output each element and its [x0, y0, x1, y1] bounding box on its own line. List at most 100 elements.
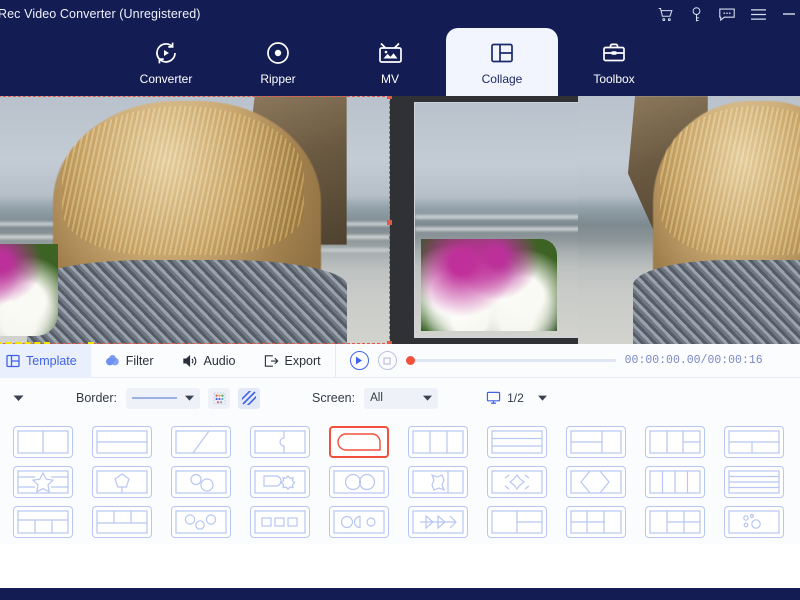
toolbox-icon — [601, 39, 627, 67]
tpl-circle-pac-circle[interactable] — [329, 506, 389, 538]
tpl-three-top-one-bottom[interactable] — [92, 506, 152, 538]
border-color-button[interactable] — [208, 388, 230, 409]
person-sweater — [633, 260, 800, 344]
export-icon — [264, 354, 279, 368]
flower-inset-image — [0, 244, 58, 336]
app-title: Rec Video Converter (Unregistered) — [0, 7, 201, 21]
title-bar: Rec Video Converter (Unregistered) — [0, 0, 800, 28]
toolbar-tab-export-label: Export — [285, 354, 321, 368]
nav-tab-toolbox-label: Toolbox — [593, 72, 634, 86]
screen-label: Screen: — [312, 391, 355, 405]
collage-options-row: Border: Screen: — [0, 378, 800, 418]
nav-tabs: Converter Ripper — [110, 28, 670, 96]
result-preview-extra — [578, 96, 800, 344]
nav-tab-converter[interactable]: Converter — [110, 28, 222, 96]
toolbar-tab-filter[interactable]: Filter — [91, 344, 168, 378]
ripper-icon — [265, 39, 291, 67]
border-label: Border: — [76, 391, 117, 405]
template-row — [0, 502, 800, 542]
tpl-half-split[interactable] — [487, 506, 547, 538]
tpl-tag-gear[interactable] — [250, 466, 310, 498]
edit-preview-image — [0, 96, 390, 344]
screen-count-value: 1/2 — [507, 391, 524, 405]
tpl-pentagon[interactable] — [92, 466, 152, 498]
nav-tab-converter-label: Converter — [140, 72, 193, 86]
toolbar-tab-audio[interactable]: Audio — [168, 344, 250, 378]
toolbar-tab-template[interactable]: Template — [0, 344, 91, 378]
play-button[interactable] — [350, 351, 369, 370]
key-icon[interactable] — [687, 5, 705, 23]
tpl-2-horizontal[interactable] — [92, 426, 152, 458]
screen-select[interactable]: All — [364, 388, 438, 409]
collage-icon — [489, 39, 515, 67]
feedback-icon[interactable] — [718, 5, 736, 23]
nav-tab-toolbox[interactable]: Toolbox — [558, 28, 670, 96]
edit-preview-panel[interactable] — [0, 96, 390, 344]
template-row — [0, 422, 800, 462]
tpl-double-circle[interactable] — [329, 466, 389, 498]
tpl-3-vertical[interactable] — [408, 426, 468, 458]
nav-tab-ripper[interactable]: Ripper — [222, 28, 334, 96]
toolbar-tab-filter-label: Filter — [126, 354, 154, 368]
tpl-two-circles-small[interactable] — [171, 466, 231, 498]
result-preview-panel[interactable] — [408, 96, 800, 344]
chevron-down-icon[interactable] — [13, 389, 24, 407]
main-nav: Converter Ripper — [0, 28, 800, 96]
tpl-2x2-grid[interactable] — [566, 506, 626, 538]
tpl-4-horizontal[interactable] — [724, 466, 784, 498]
template-row — [0, 462, 800, 502]
tpl-2-vertical[interactable] — [13, 426, 73, 458]
tpl-rounded-shape[interactable] — [329, 426, 389, 458]
audio-icon — [182, 354, 198, 368]
tpl-triple-arrow[interactable] — [408, 506, 468, 538]
tpl-arc-diamond[interactable] — [566, 466, 626, 498]
tpl-star-band[interactable] — [13, 466, 73, 498]
transport-controls: 00:00:00.00/00:00:16 — [336, 351, 800, 370]
screen-count-control[interactable]: 1/2 — [486, 391, 547, 405]
color-palette-icon — [213, 392, 226, 405]
editor-toolbar: Template Filter Audio — [0, 344, 800, 378]
toolbar-tab-export[interactable]: Export — [250, 344, 335, 378]
tpl-top-bottom-split[interactable] — [724, 426, 784, 458]
menu-icon[interactable] — [749, 5, 767, 23]
tpl-left-split-right[interactable] — [566, 426, 626, 458]
minimize-icon[interactable] — [780, 5, 798, 23]
preview-stage: + — [0, 96, 800, 344]
border-style-select[interactable] — [126, 388, 200, 409]
window-controls — [656, 5, 800, 23]
person-sweater — [27, 260, 347, 344]
chevron-down-icon — [185, 395, 194, 401]
progress-track — [406, 359, 616, 362]
tpl-center-column[interactable] — [645, 426, 705, 458]
tpl-3-horizontal[interactable] — [487, 426, 547, 458]
screen-select-value: All — [370, 392, 383, 404]
tpl-puzzle-split[interactable] — [250, 426, 310, 458]
nav-tab-mv-label: MV — [381, 72, 399, 86]
nav-tab-collage[interactable]: Collage — [446, 28, 558, 96]
tpl-2x2-wide[interactable] — [645, 506, 705, 538]
tpl-puzzle-piece[interactable] — [408, 466, 468, 498]
tpl-4-vertical[interactable] — [645, 466, 705, 498]
chevron-down-icon — [423, 395, 432, 401]
stop-button[interactable] — [378, 351, 397, 370]
tpl-flower-cut[interactable] — [487, 466, 547, 498]
tpl-bubbles[interactable] — [724, 506, 784, 538]
timecode-display: 00:00:00.00/00:00:16 — [625, 354, 763, 367]
nav-tab-mv[interactable]: MV — [334, 28, 446, 96]
monitor-icon — [486, 391, 501, 405]
tpl-three-circles[interactable] — [171, 506, 231, 538]
tpl-top-bottom-three[interactable] — [13, 506, 73, 538]
hair-strands — [62, 106, 304, 255]
playhead-marker[interactable] — [406, 356, 415, 365]
border-pattern-button[interactable] — [238, 388, 260, 409]
tpl-diagonal-split[interactable] — [171, 426, 231, 458]
filter-icon — [105, 354, 120, 368]
cart-icon[interactable] — [656, 5, 674, 23]
app-root: Rec Video Converter (Unregistered) — [0, 0, 800, 600]
bottom-status-strip — [0, 588, 800, 600]
nav-tab-collage-label: Collage — [482, 72, 523, 86]
tpl-three-squares[interactable] — [250, 506, 310, 538]
toolbar-tab-audio-label: Audio — [204, 354, 236, 368]
progress-bar[interactable] — [406, 354, 616, 368]
converter-icon — [153, 39, 179, 67]
